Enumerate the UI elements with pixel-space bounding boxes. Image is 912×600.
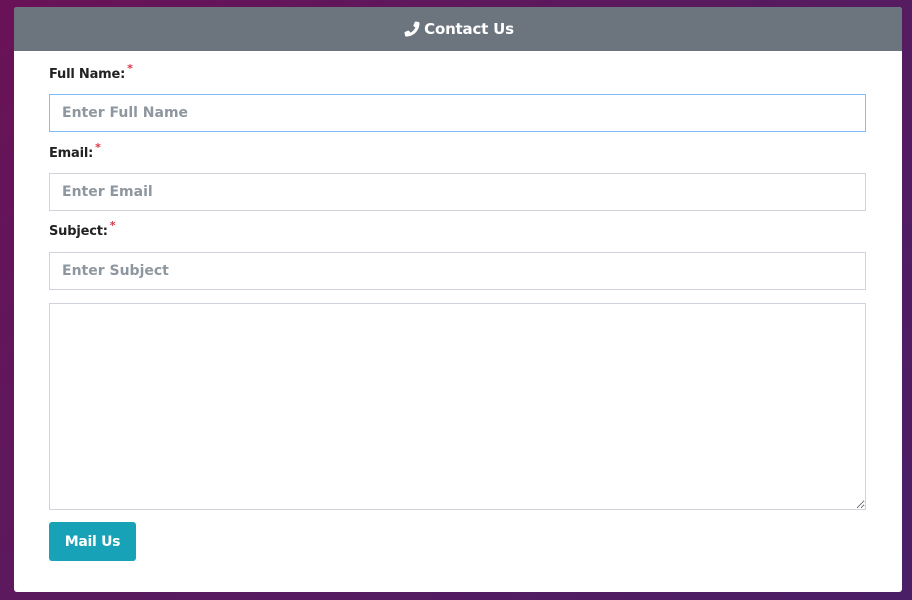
required-asterisk: * [127, 62, 133, 75]
contact-card: Contact Us Full Name:* Email:* Subject:*… [14, 7, 902, 592]
subject-label-text: Subject: [49, 224, 108, 239]
mail-us-button[interactable]: Mail Us [49, 522, 136, 561]
full-name-label: Full Name: * [49, 62, 133, 82]
email-label-text: Email: [49, 146, 94, 161]
phone-icon [402, 19, 422, 39]
message-textarea[interactable] [49, 303, 866, 510]
required-asterisk: * [109, 219, 116, 232]
email-input[interactable] [49, 173, 866, 211]
card-header: Contact Us [14, 7, 902, 51]
card-title: Contact Us [424, 20, 514, 38]
email-label: Email: * [49, 141, 101, 161]
required-asterisk: * [95, 141, 101, 154]
subject-label: Subject: * [49, 219, 115, 239]
subject-input[interactable] [49, 252, 866, 290]
full-name-label-text: Full Name: [49, 67, 126, 82]
full-name-input[interactable] [49, 94, 866, 132]
